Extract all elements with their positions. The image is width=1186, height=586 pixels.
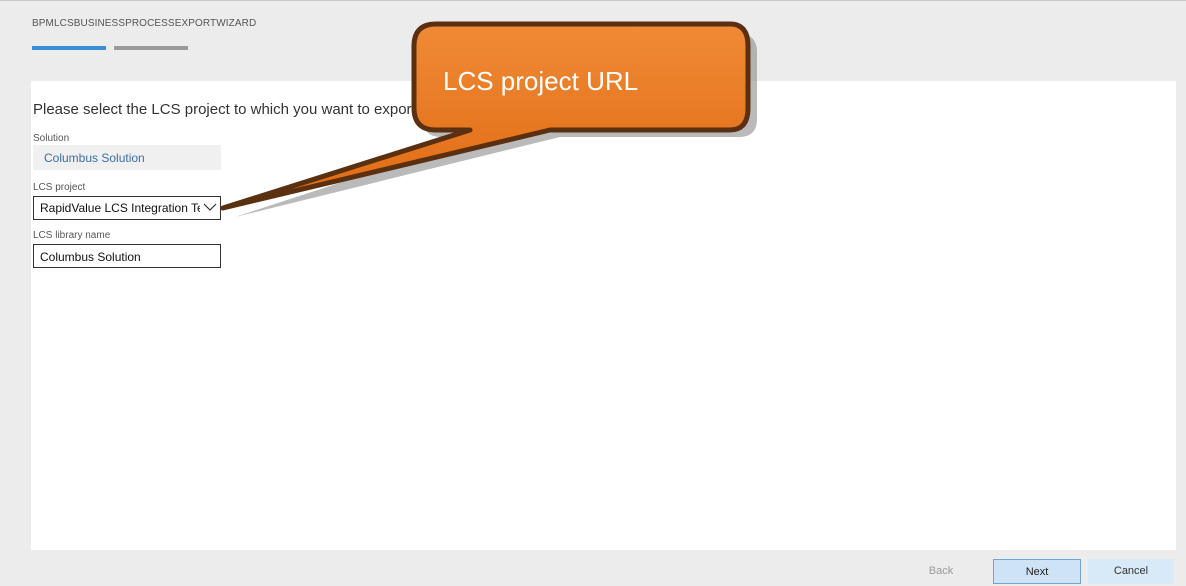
callout-text: LCS project URL: [443, 66, 639, 96]
instruction-text: Please select the LCS project to which y…: [33, 101, 433, 118]
lcs-project-dropdown[interactable]: RapidValue LCS Integration Test: [33, 196, 221, 220]
lcs-project-label: LCS project: [33, 182, 86, 193]
step-indicator-current: [32, 46, 106, 50]
lcs-library-name-input[interactable]: Columbus Solution: [33, 244, 221, 268]
lcs-project-value: RapidValue LCS Integration Test: [40, 201, 200, 215]
step-indicator-next: [114, 46, 188, 50]
solution-field: Columbus Solution: [33, 145, 221, 170]
chevron-down-icon[interactable]: [203, 200, 217, 214]
solution-label: Solution: [33, 133, 70, 144]
lcs-library-name-label: LCS library name: [33, 230, 111, 241]
wizard-title: BPMLCSBUSINESSPROCESSEXPORTWIZARD: [32, 18, 257, 29]
next-button[interactable]: Next: [993, 559, 1081, 584]
top-divider: [0, 0, 1186, 1]
back-button[interactable]: Back: [906, 559, 976, 584]
cancel-button[interactable]: Cancel: [1088, 559, 1174, 584]
